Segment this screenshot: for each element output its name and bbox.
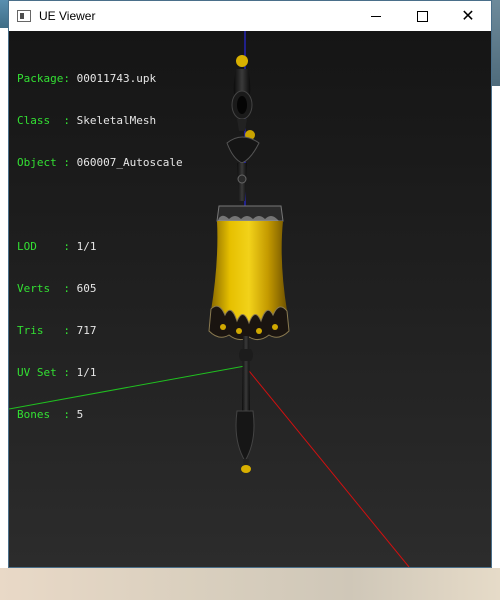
info-object-value: 060007_Autoscale xyxy=(76,156,183,169)
info-lod-row: LOD : 1/1 xyxy=(17,240,183,254)
close-button[interactable]: ✕ xyxy=(445,1,491,31)
info-package-label: Package: xyxy=(17,72,70,85)
maximize-button[interactable] xyxy=(399,1,445,31)
info-verts-row: Verts : 605 xyxy=(17,282,183,296)
desktop-wallpaper-right xyxy=(492,0,500,86)
info-object-row: Object : 060007_Autoscale xyxy=(17,156,183,170)
info-lod-value: 1/1 xyxy=(76,240,97,253)
app-icon[interactable] xyxy=(17,10,31,22)
desktop-background-left xyxy=(0,0,8,600)
info-class-value: SkeletalMesh xyxy=(76,114,157,127)
minimize-button[interactable] xyxy=(353,1,399,31)
info-bones-label: Bones : xyxy=(17,408,70,421)
info-uvset-row: UV Set : 1/1 xyxy=(17,366,183,380)
info-tris-value: 717 xyxy=(76,324,97,337)
info-package-value: 00011743.upk xyxy=(76,72,157,85)
info-verts-value: 605 xyxy=(76,282,97,295)
mesh-shaft xyxy=(242,336,250,411)
minimize-icon xyxy=(371,15,381,17)
info-bones-value: 5 xyxy=(76,408,84,421)
info-uvset-value: 1/1 xyxy=(76,366,97,379)
info-tris-label: Tris : xyxy=(17,324,70,337)
info-lod-label: LOD : xyxy=(17,240,70,253)
window-title: UE Viewer xyxy=(39,9,96,23)
close-icon: ✕ xyxy=(461,6,475,25)
maximize-icon xyxy=(416,10,428,22)
info-tris-row: Tris : 717 xyxy=(17,324,183,338)
info-class-row: Class : SkeletalMesh xyxy=(17,114,183,128)
mesh-info-panel: Package: 00011743.upk Class : SkeletalMe… xyxy=(17,44,183,450)
title-bar[interactable]: UE Viewer ✕ xyxy=(9,1,491,31)
desktop-wallpaper-left xyxy=(0,0,8,28)
info-uvset-label: UV Set : xyxy=(17,366,70,379)
info-bones-row: Bones : 5 xyxy=(17,408,183,422)
mesh-bottom-knob xyxy=(241,465,251,473)
desktop-background-bottom xyxy=(0,568,500,600)
x-axis-line xyxy=(244,365,410,567)
3d-viewport[interactable]: Package: 00011743.upk Class : SkeletalMe… xyxy=(9,31,491,567)
info-package-row: Package: 00011743.upk xyxy=(17,72,183,86)
info-object-label: Object : xyxy=(17,156,70,169)
desktop-background-right xyxy=(492,0,500,600)
info-class-label: Class : xyxy=(17,114,70,127)
mesh-top-knob xyxy=(236,55,248,67)
info-verts-label: Verts : xyxy=(17,282,70,295)
ue-viewer-window: UE Viewer ✕ Package: 00011743.upk Class … xyxy=(8,0,492,568)
